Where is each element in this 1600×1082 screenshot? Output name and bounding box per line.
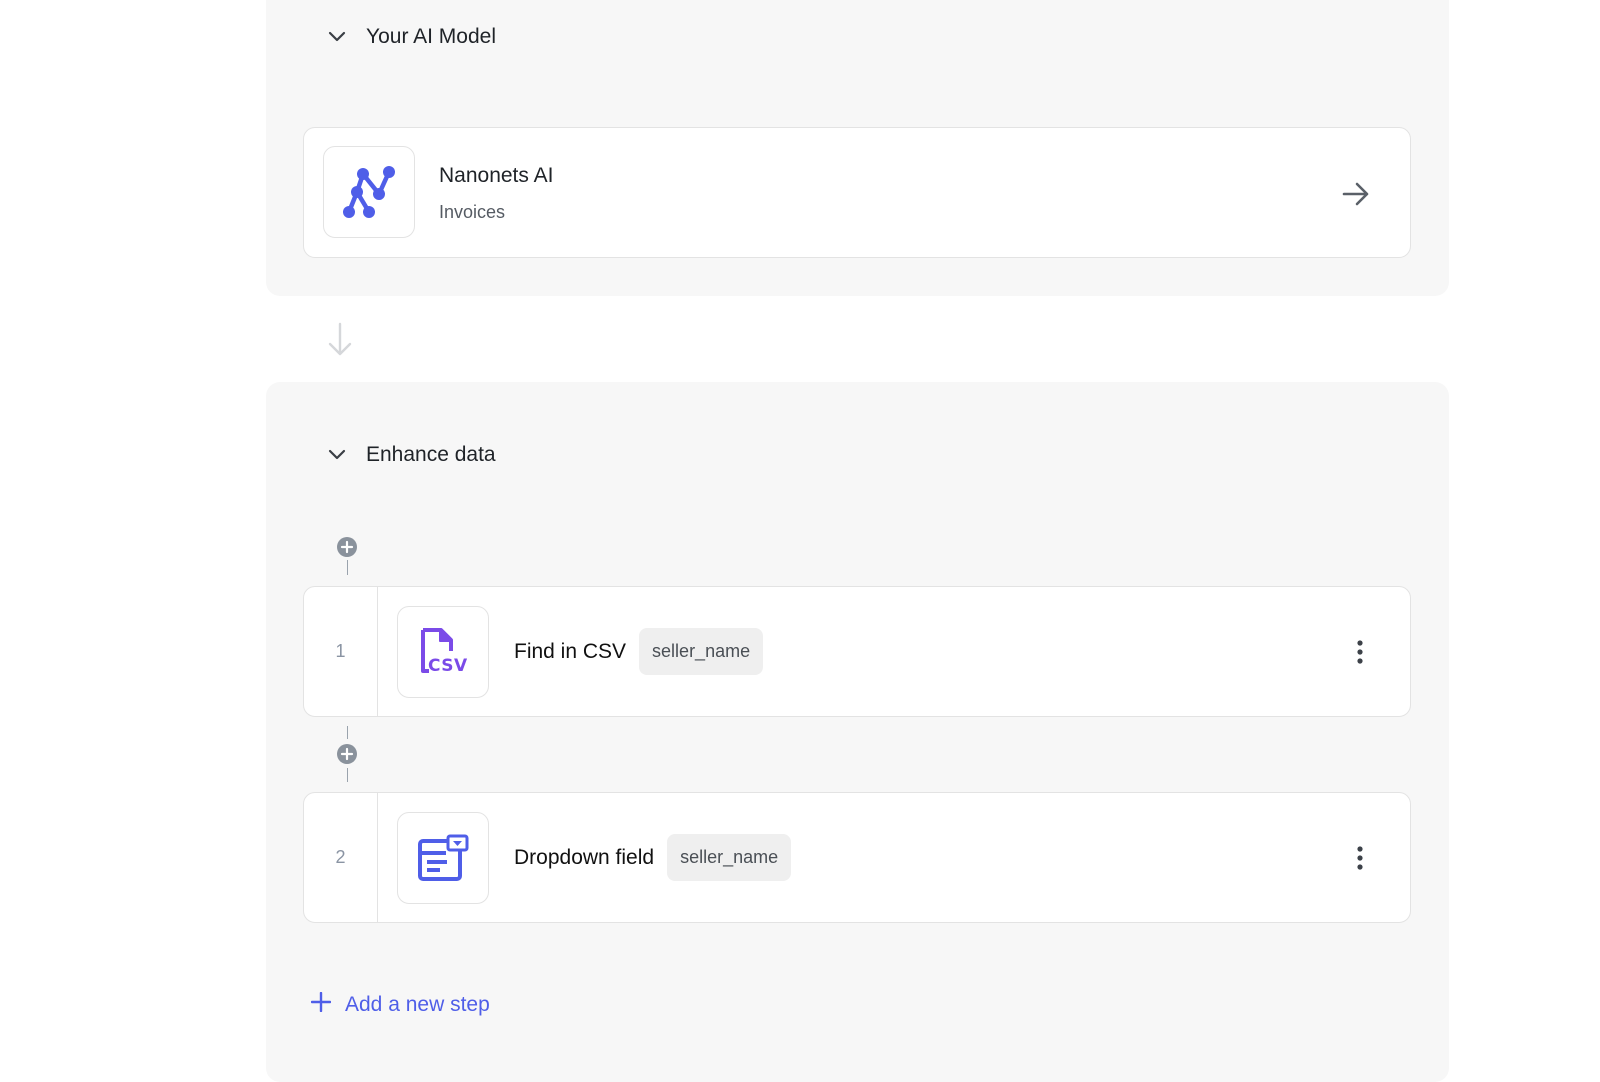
step-number: 1 [304,587,378,716]
step-title: Dropdown field [514,845,655,869]
model-card[interactable]: Nanonets AI Invoices [303,127,1411,258]
enhance-data-panel: Enhance data 1 CSV Find in CSV seller_na… [266,382,1449,1082]
more-options-icon[interactable] [1354,844,1366,872]
connector-line [347,726,348,739]
field-badge: seller_name [639,628,764,675]
nanonets-logo-icon [323,146,415,238]
chevron-down-icon [328,28,346,46]
dropdown-form-icon [397,812,489,904]
step-number: 2 [304,793,378,922]
step-card[interactable]: 2 Dropdown field seller_name [303,792,1411,923]
enhance-section-toggle[interactable]: Enhance data [328,443,496,467]
insert-step-plus-icon[interactable] [336,743,358,765]
add-new-step-button[interactable]: Add a new step [310,991,490,1018]
step-title: Find in CSV [514,639,627,663]
add-new-step-label: Add a new step [345,993,490,1016]
insert-step-plus-icon[interactable] [336,536,358,558]
svg-text:CSV: CSV [428,656,468,676]
step-title-row: Find in CSV seller_name [514,587,764,716]
arrow-right-icon[interactable] [1340,178,1372,210]
enhance-section-title: Enhance data [366,443,496,466]
more-options-icon[interactable] [1354,638,1366,666]
model-subtitle: Invoices [439,202,506,222]
plus-icon [310,991,332,1018]
connector-line [347,768,348,782]
step-card[interactable]: 1 CSV Find in CSV seller_name [303,586,1411,717]
ai-model-section-toggle[interactable]: Your AI Model [328,25,496,49]
model-name: Nanonets AI [439,164,554,187]
ai-model-panel: Your AI Model Nanonets AI Invoices [266,0,1449,296]
step-title-row: Dropdown field seller_name [514,793,792,922]
arrow-down-icon [327,322,353,358]
connector-line [347,560,348,575]
ai-model-section-title: Your AI Model [366,25,496,48]
chevron-down-icon [328,446,346,464]
field-badge: seller_name [667,834,792,881]
csv-file-icon: CSV [397,606,489,698]
